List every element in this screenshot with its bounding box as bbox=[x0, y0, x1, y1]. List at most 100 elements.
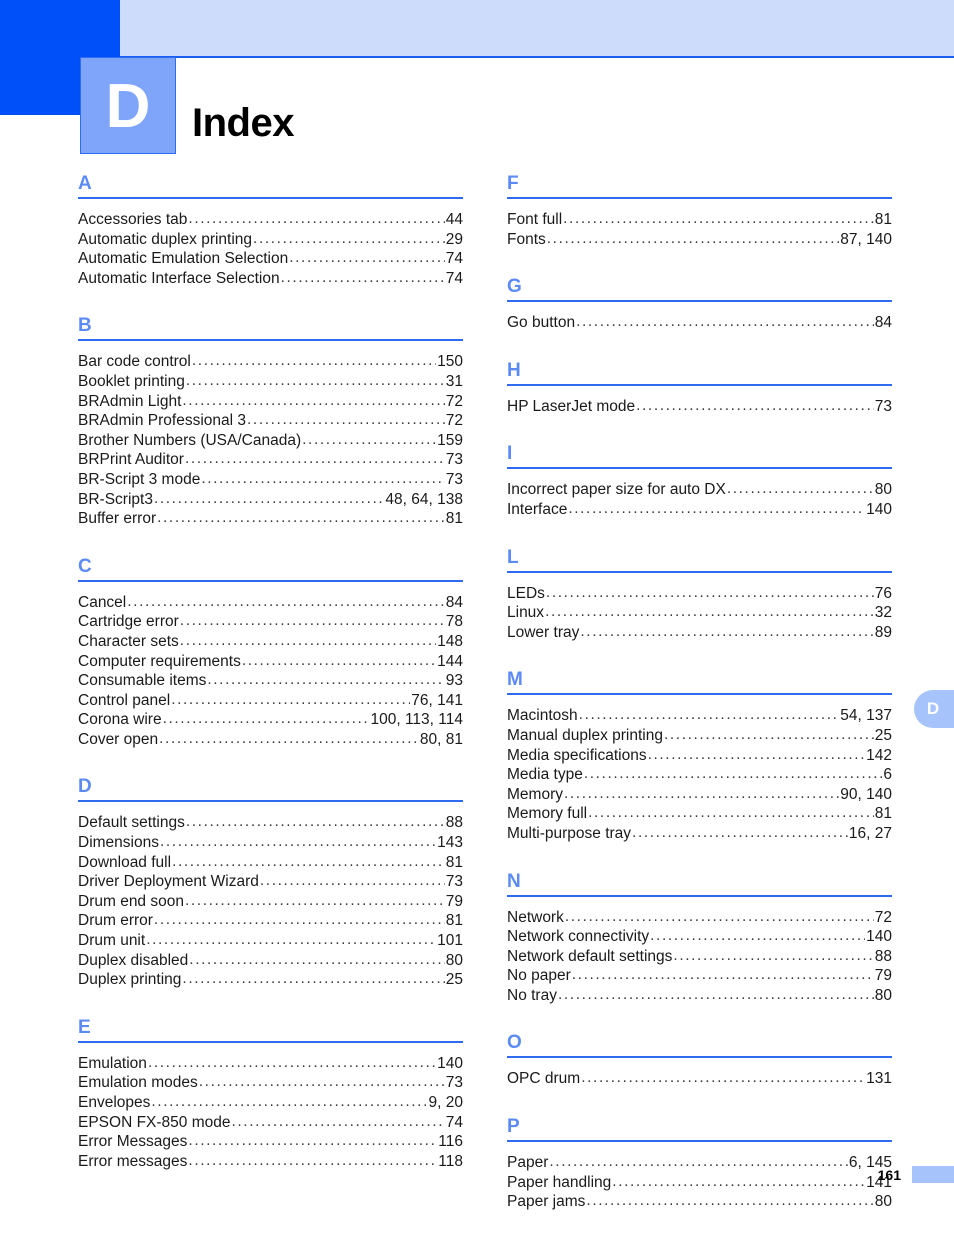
index-entry[interactable]: Error Messages..........................… bbox=[78, 1132, 463, 1152]
index-entry[interactable]: Cancel..................................… bbox=[78, 593, 463, 613]
index-entry-pages: 144 bbox=[437, 652, 463, 670]
index-entry[interactable]: Driver Deployment Wizard................… bbox=[78, 872, 463, 892]
index-entry[interactable]: Go button...............................… bbox=[507, 313, 892, 333]
index-entry-leader: ........................................… bbox=[153, 489, 385, 507]
index-entry[interactable]: Emulation modes.........................… bbox=[78, 1073, 463, 1093]
index-entry-leader: ........................................… bbox=[580, 622, 874, 640]
index-entry[interactable]: BRPrint Auditor.........................… bbox=[78, 450, 463, 470]
index-entry[interactable]: Download full...........................… bbox=[78, 853, 463, 873]
index-entry[interactable]: Drum error..............................… bbox=[78, 911, 463, 931]
index-entry-term: Brother Numbers (USA/Canada) bbox=[78, 431, 302, 449]
index-entry[interactable]: Error messages..........................… bbox=[78, 1152, 463, 1172]
index-entry-term: LEDs bbox=[507, 584, 545, 602]
index-entry[interactable]: Fonts...................................… bbox=[507, 230, 892, 250]
index-entry-leader: ........................................… bbox=[127, 592, 445, 610]
index-entry-list: Emulation...............................… bbox=[78, 1054, 463, 1172]
index-entry[interactable]: Drum end soon...........................… bbox=[78, 892, 463, 912]
index-entry[interactable]: Interface...............................… bbox=[507, 500, 892, 520]
index-entry-pages: 48, 64, 138 bbox=[385, 490, 463, 508]
index-entry[interactable]: Multi-purpose tray......................… bbox=[507, 824, 892, 844]
letter-group: I Incorrect paper size for auto DX.......… bbox=[507, 442, 892, 519]
index-entry[interactable]: Drum unit...............................… bbox=[78, 931, 463, 951]
index-entry[interactable]: Memory full.............................… bbox=[507, 804, 892, 824]
index-entry[interactable]: Paper...................................… bbox=[507, 1153, 892, 1173]
index-entry[interactable]: Lower tray..............................… bbox=[507, 623, 892, 643]
index-entry[interactable]: Bar code control........................… bbox=[78, 352, 463, 372]
index-entry-term: Macintosh bbox=[507, 707, 578, 725]
index-entry[interactable]: Media type..............................… bbox=[507, 765, 892, 785]
index-entry-leader: ........................................… bbox=[583, 765, 883, 783]
index-entry[interactable]: Automatic duplex printing...............… bbox=[78, 230, 463, 250]
index-entry[interactable]: Buffer error............................… bbox=[78, 509, 463, 529]
index-entry[interactable]: Envelopes...............................… bbox=[78, 1093, 463, 1113]
index-entry-leader: ........................................… bbox=[545, 603, 874, 621]
index-entry[interactable]: BR-Script 3 mode........................… bbox=[78, 470, 463, 490]
index-entry[interactable]: Dimensions..............................… bbox=[78, 833, 463, 853]
index-entry[interactable]: Brother Numbers (USA/Canada)............… bbox=[78, 431, 463, 451]
index-entry[interactable]: EPSON FX-850 mode.......................… bbox=[78, 1113, 463, 1133]
index-entry[interactable]: Default settings........................… bbox=[78, 813, 463, 833]
index-entry-term: Media type bbox=[507, 766, 583, 784]
index-entry[interactable]: Manual duplex printing..................… bbox=[507, 726, 892, 746]
index-entry[interactable]: Cover open..............................… bbox=[78, 730, 463, 750]
index-entry-leader: ........................................… bbox=[151, 1093, 428, 1110]
index-entry[interactable]: No tray.................................… bbox=[507, 986, 892, 1006]
index-entry[interactable]: BRAdmin Professional 3..................… bbox=[78, 411, 463, 431]
index-entry-term: BRPrint Auditor bbox=[78, 451, 184, 469]
index-entry[interactable]: Consumable items........................… bbox=[78, 671, 463, 691]
index-entry[interactable]: HP LaserJet mode........................… bbox=[507, 397, 892, 417]
index-entry[interactable]: Duplex printing.........................… bbox=[78, 970, 463, 990]
index-entry-leader: ........................................… bbox=[568, 499, 865, 517]
page-number: 161 bbox=[877, 1166, 901, 1183]
index-entry-term: Emulation bbox=[78, 1054, 147, 1072]
letter-heading: G bbox=[507, 276, 522, 298]
index-entry[interactable]: Paper handling..........................… bbox=[507, 1173, 892, 1193]
index-entry[interactable]: OPC drum................................… bbox=[507, 1069, 892, 1089]
index-entry[interactable]: Emulation...............................… bbox=[78, 1054, 463, 1074]
index-entry-term: Memory full bbox=[507, 805, 588, 823]
index-entry[interactable]: Memory..................................… bbox=[507, 785, 892, 805]
index-entry[interactable]: Character sets..........................… bbox=[78, 632, 463, 652]
index-entry[interactable]: Duplex disabled.........................… bbox=[78, 951, 463, 971]
index-entry[interactable]: Computer requirements...................… bbox=[78, 652, 463, 672]
index-entry[interactable]: Automatic Interface Selection...........… bbox=[78, 269, 463, 289]
index-entry-leader: ........................................… bbox=[546, 229, 840, 247]
index-entry-leader: ........................................… bbox=[563, 210, 874, 227]
index-entry[interactable]: Booklet printing........................… bbox=[78, 372, 463, 392]
index-entry[interactable]: Automatic Emulation Selection...........… bbox=[78, 249, 463, 269]
index-entry[interactable]: Paper jams..............................… bbox=[507, 1192, 892, 1212]
index-entry[interactable]: Linux...................................… bbox=[507, 603, 892, 623]
index-entry[interactable]: Cartridge error.........................… bbox=[78, 612, 463, 632]
letter-heading: F bbox=[507, 173, 519, 194]
index-entry[interactable]: Network connectivity....................… bbox=[507, 927, 892, 947]
index-entry-term: Automatic Emulation Selection bbox=[78, 250, 289, 268]
index-entry-term: Computer requirements bbox=[78, 652, 241, 670]
index-entry[interactable]: Corona wire.............................… bbox=[78, 710, 463, 730]
index-entry[interactable]: Macintosh...............................… bbox=[507, 706, 892, 726]
index-entry-pages: 142 bbox=[866, 746, 892, 764]
index-entry[interactable]: Media specifications....................… bbox=[507, 746, 892, 766]
index-entry-leader: ........................................… bbox=[726, 480, 874, 498]
index-entry[interactable]: Control panel...........................… bbox=[78, 691, 463, 711]
index-entry[interactable]: Network.................................… bbox=[507, 908, 892, 928]
index-entry-list: OPC drum................................… bbox=[507, 1069, 892, 1089]
index-entry[interactable]: BR-Script3..............................… bbox=[78, 490, 463, 510]
index-entry-term: Duplex printing bbox=[78, 971, 182, 989]
index-entry-term: Paper handling bbox=[507, 1173, 612, 1191]
letter-rule bbox=[507, 1140, 892, 1143]
index-entry-pages: 159 bbox=[437, 431, 463, 449]
index-entry[interactable]: LEDs....................................… bbox=[507, 584, 892, 604]
index-entry-term: Media specifications bbox=[507, 746, 647, 764]
index-entry-term: OPC drum bbox=[507, 1070, 581, 1088]
index-entry[interactable]: Font full...............................… bbox=[507, 210, 892, 230]
index-entry[interactable]: Accessories tab.........................… bbox=[78, 210, 463, 230]
index-entry-term: Dimensions bbox=[78, 834, 159, 852]
index-entry[interactable]: Network default settings................… bbox=[507, 947, 892, 967]
index-entry[interactable]: Incorrect paper size for auto DX........… bbox=[507, 480, 892, 500]
index-entry-leader: ........................................… bbox=[189, 950, 444, 968]
index-entry-list: Network.................................… bbox=[507, 908, 892, 1006]
index-entry-term: Linux bbox=[507, 604, 545, 622]
index-entry[interactable]: BRAdmin Light...........................… bbox=[78, 392, 463, 412]
index-entry[interactable]: No paper................................… bbox=[507, 966, 892, 986]
index-entry-pages: 118 bbox=[438, 1152, 463, 1170]
